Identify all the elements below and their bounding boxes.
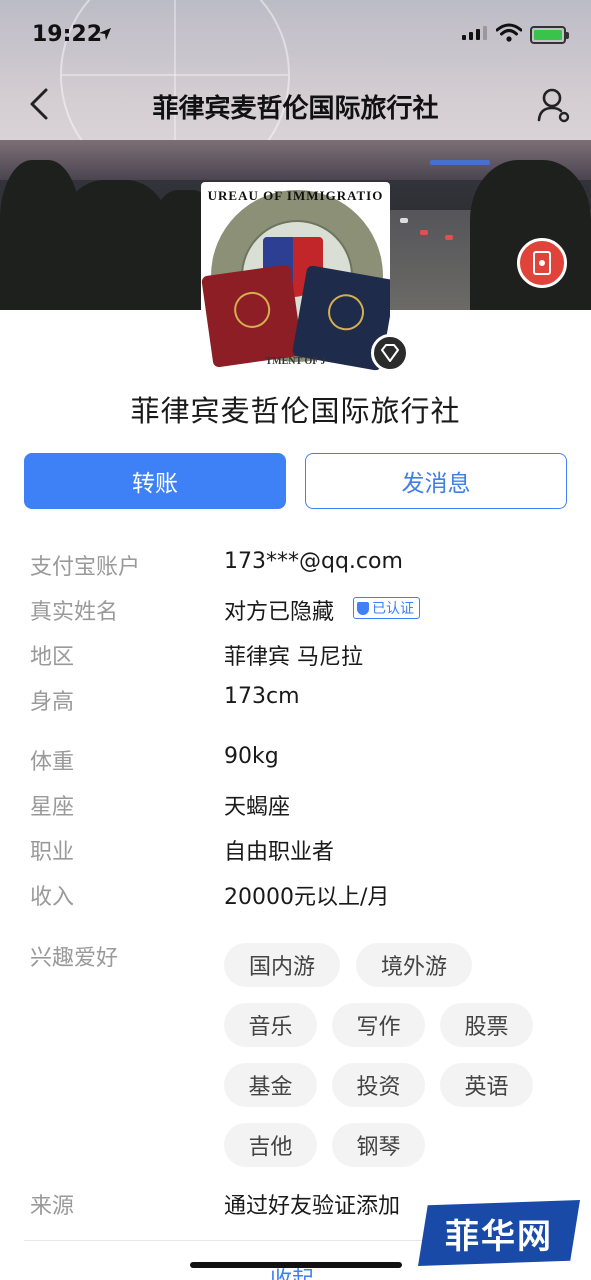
red-packet-button[interactable] — [517, 238, 567, 288]
watermark-text: 菲华网 — [445, 1216, 553, 1257]
info-value[interactable]: 173***@qq.com — [224, 549, 403, 574]
status-time: 19:22 — [32, 22, 103, 47]
info-value: 通过好友验证添加 — [224, 1194, 401, 1219]
page-title: 菲律宾麦哲伦国际旅行社 — [152, 94, 439, 124]
hobbies-label: 兴趣爱好 — [30, 946, 119, 971]
shield-icon — [357, 601, 369, 615]
hobby-tag[interactable]: 音乐 — [224, 1003, 317, 1047]
avatar[interactable]: UREAU OF IMMIGRATIO TMENT OF J — [201, 182, 390, 371]
profile-name: 菲律宾麦哲伦国际旅行社 — [130, 394, 461, 428]
info-label: 真实姓名 — [30, 600, 119, 625]
red-packet-icon — [533, 251, 551, 275]
hobby-tag[interactable]: 钢琴 — [332, 1123, 425, 1167]
wifi-icon — [496, 23, 522, 42]
info-value: 173cm — [224, 684, 300, 709]
info-row-weight: 体重 90kg — [0, 744, 591, 775]
info-label: 体重 — [30, 750, 75, 775]
hobby-tag[interactable]: 股票 — [440, 1003, 533, 1047]
hobby-tag[interactable]: 境外游 — [356, 943, 472, 987]
info-value: 自由职业者 — [224, 840, 335, 865]
info-row-occupation: 职业 自由职业者 — [0, 834, 591, 865]
hobby-tag[interactable]: 投资 — [332, 1063, 425, 1107]
hobby-tag[interactable]: 国内游 — [224, 943, 340, 987]
info-row-income: 收入 20000元以上/月 — [0, 879, 591, 910]
info-label: 身高 — [30, 690, 75, 715]
location-arrow-icon — [99, 28, 111, 40]
seal-text: UREAU OF IMMIGRATIO — [207, 188, 384, 203]
verified-diamond-icon — [371, 334, 409, 372]
send-message-button[interactable]: 发消息 — [305, 453, 567, 509]
hobby-tag[interactable]: 基金 — [224, 1063, 317, 1107]
info-value: 90kg — [224, 744, 279, 769]
home-indicator[interactable] — [190, 1262, 402, 1268]
info-label: 星座 — [30, 795, 75, 820]
info-value: 对方已隐藏 — [224, 600, 335, 625]
info-label: 职业 — [30, 840, 75, 865]
verified-badge-label: 已认证 — [372, 601, 414, 617]
info-row-zodiac: 星座 天蝎座 — [0, 789, 591, 820]
verified-badge: 已认证 — [353, 597, 420, 619]
hobby-tag[interactable]: 吉他 — [224, 1123, 317, 1167]
info-label: 地区 — [30, 645, 75, 670]
passport-red-graphic — [201, 264, 303, 368]
person-settings-icon[interactable] — [536, 86, 572, 124]
cellular-signal-icon — [462, 26, 487, 40]
watermark-logo: 菲华网 — [418, 1200, 580, 1266]
info-label: 来源 — [30, 1194, 75, 1219]
info-row-region: 地区 菲律宾 马尼拉 — [0, 639, 591, 670]
hobby-tag[interactable]: 英语 — [440, 1063, 533, 1107]
transfer-button[interactable]: 转账 — [24, 453, 286, 509]
info-row-height: 身高 173cm — [0, 684, 591, 715]
hobby-tag[interactable]: 写作 — [332, 1003, 425, 1047]
info-value: 菲律宾 马尼拉 — [224, 645, 363, 670]
seal-bottom-text: TMENT OF J — [265, 356, 326, 367]
info-row-real-name: 真实姓名 对方已隐藏 已认证 — [0, 594, 591, 625]
battery-icon — [530, 26, 569, 44]
info-label: 支付宝账户 — [30, 555, 141, 580]
info-row-account: 支付宝账户 173***@qq.com — [0, 549, 591, 580]
info-value: 天蝎座 — [224, 795, 291, 820]
info-value: 20000元以上/月 — [224, 885, 390, 910]
info-label: 收入 — [30, 885, 75, 910]
